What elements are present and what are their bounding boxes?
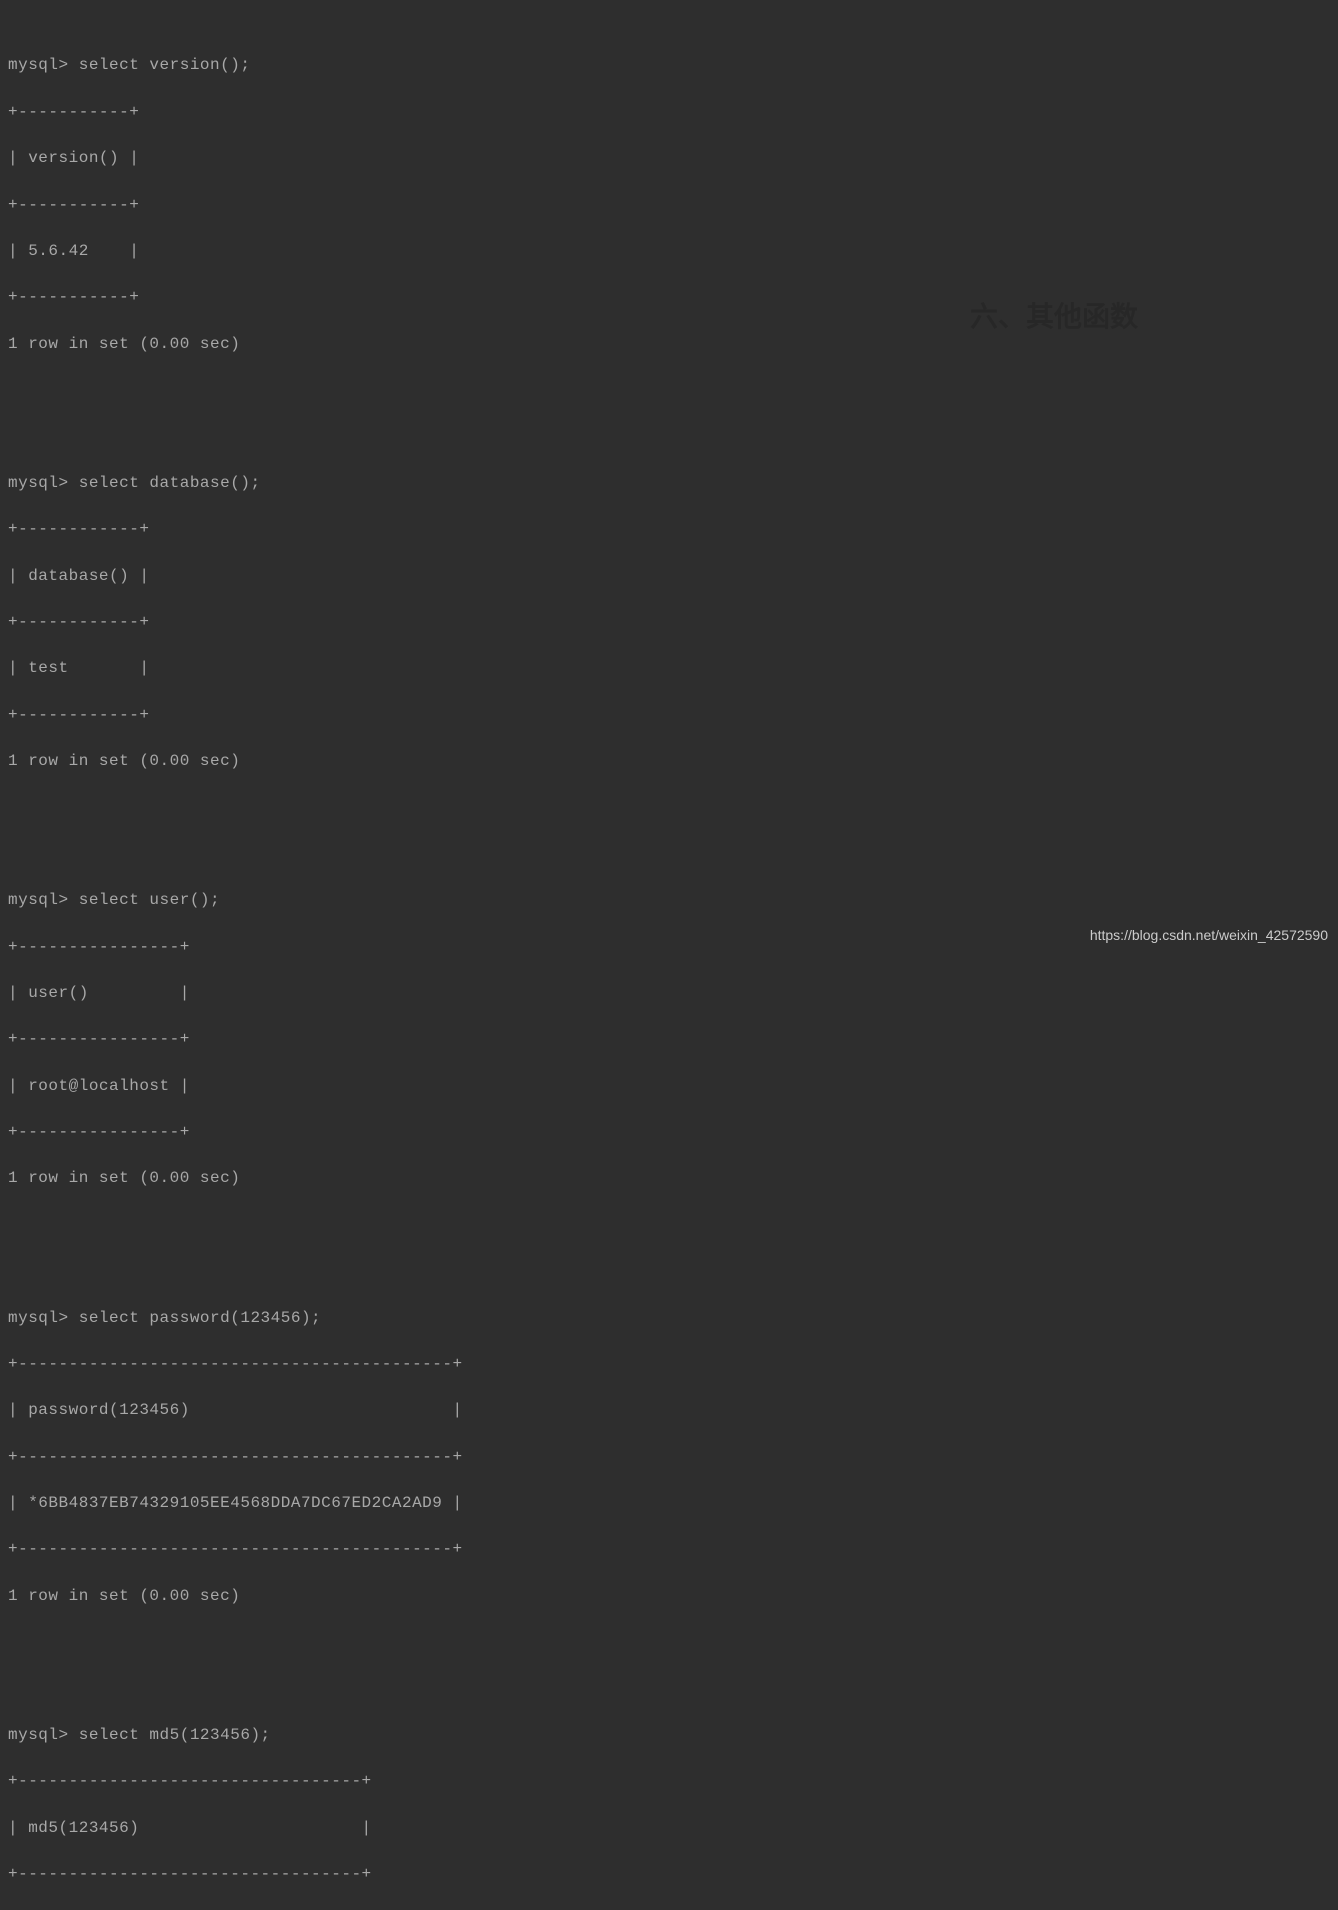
table-divider: +----------------+ xyxy=(8,1028,1330,1051)
table-divider: +---------------------------------------… xyxy=(8,1353,1330,1376)
table-value: | e10adc3949ba59abbe56e057f20f883e | xyxy=(8,1909,1330,1910)
query-block-password: mysql> select password(123456); +-------… xyxy=(8,1283,1330,1631)
table-divider: +----------------+ xyxy=(8,1121,1330,1144)
table-divider: +-----------+ xyxy=(8,101,1330,124)
query-result: 1 row in set (0.00 sec) xyxy=(8,1585,1330,1608)
query-result: 1 row in set (0.00 sec) xyxy=(8,1167,1330,1190)
query-block-md5: mysql> select md5(123456); +------------… xyxy=(8,1701,1330,1910)
query-command: mysql> select version(); xyxy=(8,54,1330,77)
query-result: 1 row in set (0.00 sec) xyxy=(8,750,1330,773)
table-divider: +---------------------------------------… xyxy=(8,1446,1330,1469)
table-header: | database() | xyxy=(8,565,1330,588)
query-block-database: mysql> select database(); +------------+… xyxy=(8,449,1330,797)
table-value: | test | xyxy=(8,657,1330,680)
blank-line xyxy=(8,820,1330,843)
query-command: mysql> select user(); xyxy=(8,889,1330,912)
table-value: | root@localhost | xyxy=(8,1075,1330,1098)
watermark-url: https://blog.csdn.net/weixin_42572590 xyxy=(1090,925,1328,945)
table-divider: +-----------+ xyxy=(8,194,1330,217)
query-command: mysql> select password(123456); xyxy=(8,1307,1330,1330)
table-divider: +---------------------------------------… xyxy=(8,1538,1330,1561)
table-divider: +----------------------------------+ xyxy=(8,1770,1330,1793)
query-command: mysql> select database(); xyxy=(8,472,1330,495)
table-value: | *6BB4837EB74329105EE4568DDA7DC67ED2CA2… xyxy=(8,1492,1330,1515)
blank-line xyxy=(8,1237,1330,1260)
table-divider: +------------+ xyxy=(8,611,1330,634)
table-divider: +----------------------------------+ xyxy=(8,1863,1330,1886)
table-divider: +------------+ xyxy=(8,704,1330,727)
blank-line xyxy=(8,1654,1330,1677)
faint-heading: 六、其他函数 xyxy=(970,300,1138,341)
table-value: | 5.6.42 | xyxy=(8,240,1330,263)
table-header: | version() | xyxy=(8,147,1330,170)
table-header: | password(123456) | xyxy=(8,1399,1330,1422)
query-block-user: mysql> select user(); +----------------+… xyxy=(8,866,1330,1214)
blank-line xyxy=(8,402,1330,425)
mysql-terminal: mysql> select version(); +-----------+ |… xyxy=(8,8,1330,1910)
table-header: | md5(123456) | xyxy=(8,1817,1330,1840)
table-header: | user() | xyxy=(8,982,1330,1005)
table-divider: +------------+ xyxy=(8,518,1330,541)
query-command: mysql> select md5(123456); xyxy=(8,1724,1330,1747)
